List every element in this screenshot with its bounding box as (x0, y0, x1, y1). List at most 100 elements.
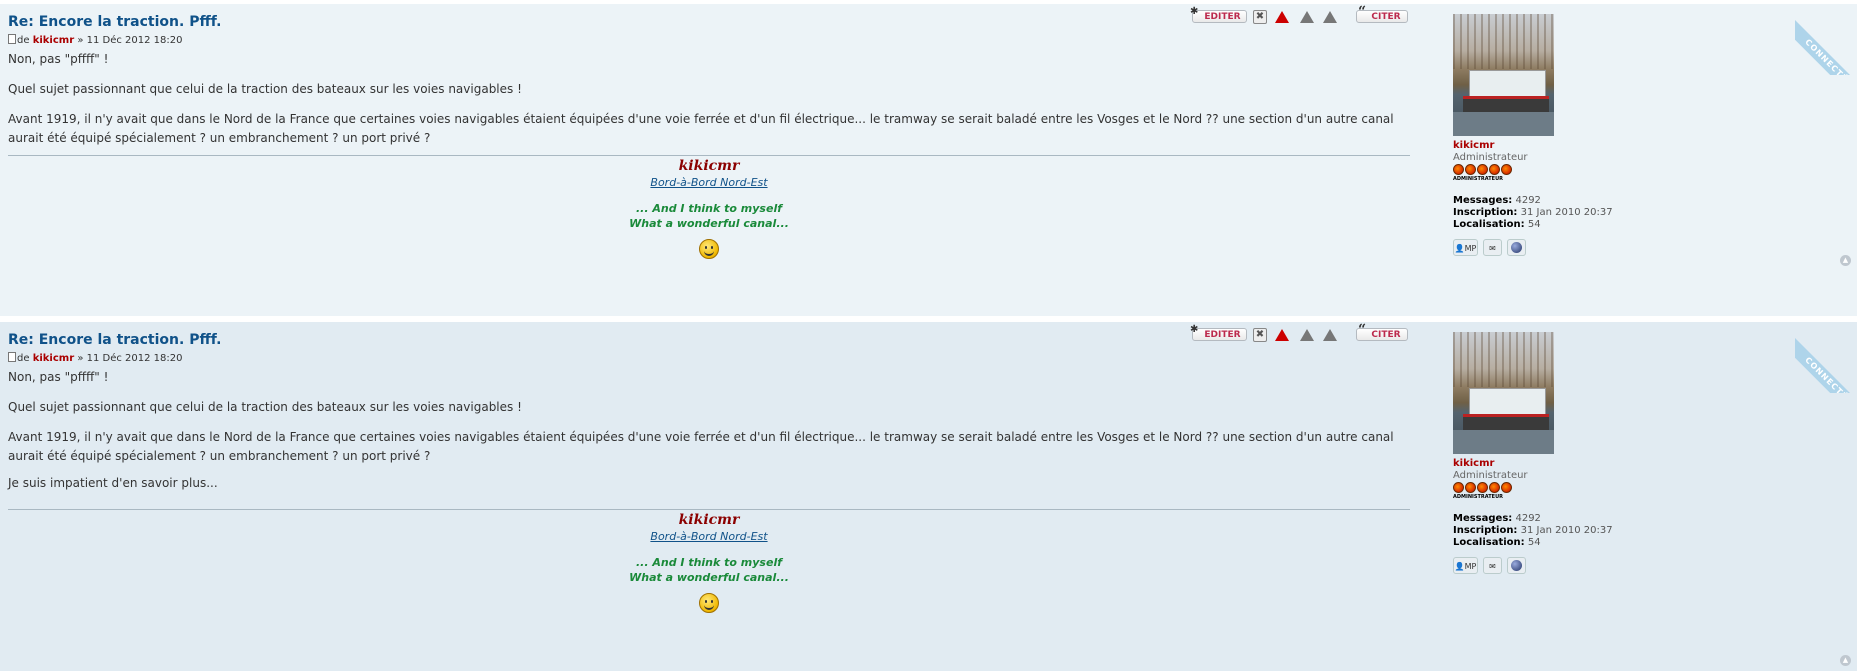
website-globe-icon[interactable] (1507, 557, 1526, 574)
post-author-line: de kikicmr » 11 Déc 2012 18:20 (8, 352, 183, 364)
paragraph: Avant 1919, il n'y avait que dans le Nor… (8, 430, 1394, 463)
signature: kikicmr Bord-à-Bord Nord-Est ... And I t… (0, 158, 1418, 262)
quote-icon: “ (1358, 4, 1367, 20)
post-author-line: de kikicmr » 11 Déc 2012 18:20 (8, 34, 183, 46)
delete-icon[interactable]: ✖ (1253, 10, 1267, 24)
rank-image: ADMINISTRATEUR (1453, 164, 1523, 184)
messages-count[interactable]: 4292 (1515, 195, 1540, 206)
delete-icon[interactable]: ✖ (1253, 328, 1267, 342)
quote-button[interactable]: “ CITER (1356, 5, 1408, 23)
back-to-top-icon[interactable]: ▲ (1840, 255, 1851, 266)
localisation-label: Localisation: (1453, 537, 1525, 548)
signature-link[interactable]: Bord-à-Bord Nord-Est (650, 176, 767, 189)
website-globe-icon[interactable] (1507, 239, 1526, 256)
post-title[interactable]: Re: Encore la traction. Pfff. (8, 14, 221, 30)
signature-name: kikicmr (678, 512, 740, 528)
messages-count[interactable]: 4292 (1515, 513, 1540, 524)
paragraph: Non, pas "pffff" ! (8, 370, 109, 384)
star-icon: ✱ (1190, 324, 1199, 335)
inscription-date: 31 Jan 2010 20:37 (1520, 525, 1613, 536)
localisation-label: Localisation: (1453, 219, 1525, 230)
warning-triangle (1300, 11, 1314, 23)
paragraph: Non, pas "pffff" ! (8, 52, 109, 66)
signature: kikicmr Bord-à-Bord Nord-Est ... And I t… (0, 512, 1418, 616)
quote-icon: “ (1358, 322, 1367, 338)
info-icon[interactable] (1323, 10, 1337, 24)
signature-name: kikicmr (678, 158, 740, 174)
online-ribbon: CONNECTÉ (1795, 322, 1857, 393)
rank-image-label: ADMINISTRATEUR (1453, 494, 1503, 500)
quote-button-label: CITER (1371, 12, 1401, 22)
warning-icon[interactable] (1300, 10, 1314, 24)
post-date: » 11 Déc 2012 18:20 (77, 35, 183, 46)
user-avatar[interactable] (1453, 332, 1554, 454)
contact-buttons: 👤MP ✉ (1453, 557, 1531, 575)
paragraph: Quel sujet passionnant que celui de la t… (8, 82, 522, 96)
post-title[interactable]: Re: Encore la traction. Pfff. (8, 332, 221, 348)
signature-quote-line-2: What a wonderful canal... (629, 571, 789, 584)
user-icon: 👤 (1454, 562, 1465, 571)
post-file-icon[interactable] (8, 34, 16, 44)
edit-button[interactable]: ✱ EDITER (1190, 6, 1247, 23)
paragraph: Avant 1919, il n'y avait que dans le Nor… (8, 112, 1394, 145)
author-prefix: de (17, 353, 30, 364)
report-icon[interactable] (1275, 10, 1289, 24)
inscription-date: 31 Jan 2010 20:37 (1520, 207, 1613, 218)
pm-button[interactable]: 👤MP (1453, 239, 1478, 256)
signature-separator (8, 509, 1410, 510)
pm-label: MP (1464, 562, 1477, 571)
pm-label: MP (1464, 244, 1477, 253)
info-triangle (1323, 329, 1337, 341)
email-icon[interactable]: ✉ (1483, 557, 1502, 574)
quote-button[interactable]: “ CITER (1356, 323, 1408, 341)
edit-button-label: EDITER (1204, 330, 1241, 340)
messages-label: Messages: (1453, 513, 1513, 524)
signature-link[interactable]: Bord-à-Bord Nord-Est (650, 530, 767, 543)
edit-button-label: EDITER (1204, 12, 1241, 22)
online-label: CONNECTÉ (1795, 335, 1857, 393)
user-avatar[interactable] (1453, 14, 1554, 136)
online-label: CONNECTÉ (1795, 17, 1857, 75)
pm-button[interactable]: 👤MP (1453, 557, 1478, 574)
inscription-label: Inscription: (1453, 207, 1518, 218)
profile-rank: Administrateur (1453, 470, 1528, 481)
signature-quote-line-1: ... And I think to myself (635, 556, 782, 569)
email-icon[interactable]: ✉ (1483, 239, 1502, 256)
online-ribbon: CONNECTÉ (1795, 4, 1857, 75)
author-prefix: de (17, 35, 30, 46)
thumbs-up-smiley-icon (699, 593, 719, 613)
signature-separator (8, 155, 1410, 156)
thumbs-up-smiley-icon (699, 239, 719, 259)
rank-image: ADMINISTRATEUR (1453, 482, 1523, 502)
messages-label: Messages: (1453, 195, 1513, 206)
profile-username[interactable]: kikicmr (1453, 140, 1494, 151)
profile-stats: Messages: 4292 Inscription: 31 Jan 2010 … (1453, 195, 1613, 231)
report-icon[interactable] (1275, 328, 1289, 342)
localisation-value: 54 (1527, 537, 1541, 548)
edit-button[interactable]: ✱ EDITER (1190, 324, 1247, 341)
quote-button-label: CITER (1371, 330, 1401, 340)
rank-image-label: ADMINISTRATEUR (1453, 176, 1503, 182)
report-triangle (1275, 11, 1289, 23)
localisation-value: 54 (1527, 219, 1541, 230)
back-to-top-icon[interactable]: ▲ (1840, 655, 1851, 666)
info-icon[interactable] (1323, 328, 1337, 342)
paragraph: Quel sujet passionnant que celui de la t… (8, 400, 522, 414)
inscription-label: Inscription: (1453, 525, 1518, 536)
profile-stats: Messages: 4292 Inscription: 31 Jan 2010 … (1453, 513, 1613, 549)
post-file-icon[interactable] (8, 352, 16, 362)
user-icon: 👤 (1454, 244, 1465, 253)
post-date: » 11 Déc 2012 18:20 (77, 353, 183, 364)
post-1: Re: Encore la traction. Pfff. de kikicmr… (0, 4, 1857, 316)
star-icon: ✱ (1190, 6, 1199, 17)
author-username[interactable]: kikicmr (33, 35, 74, 46)
author-username[interactable]: kikicmr (33, 353, 74, 364)
warning-icon[interactable] (1300, 328, 1314, 342)
info-triangle (1323, 11, 1337, 23)
profile-username[interactable]: kikicmr (1453, 458, 1494, 469)
signature-quote-line-1: ... And I think to myself (635, 202, 782, 215)
signature-quote-line-2: What a wonderful canal... (629, 217, 789, 230)
paragraph: Je suis impatient d'en savoir plus... (8, 476, 218, 490)
post-2: Re: Encore la traction. Pfff. de kikicmr… (0, 322, 1857, 671)
profile-rank: Administrateur (1453, 152, 1528, 163)
